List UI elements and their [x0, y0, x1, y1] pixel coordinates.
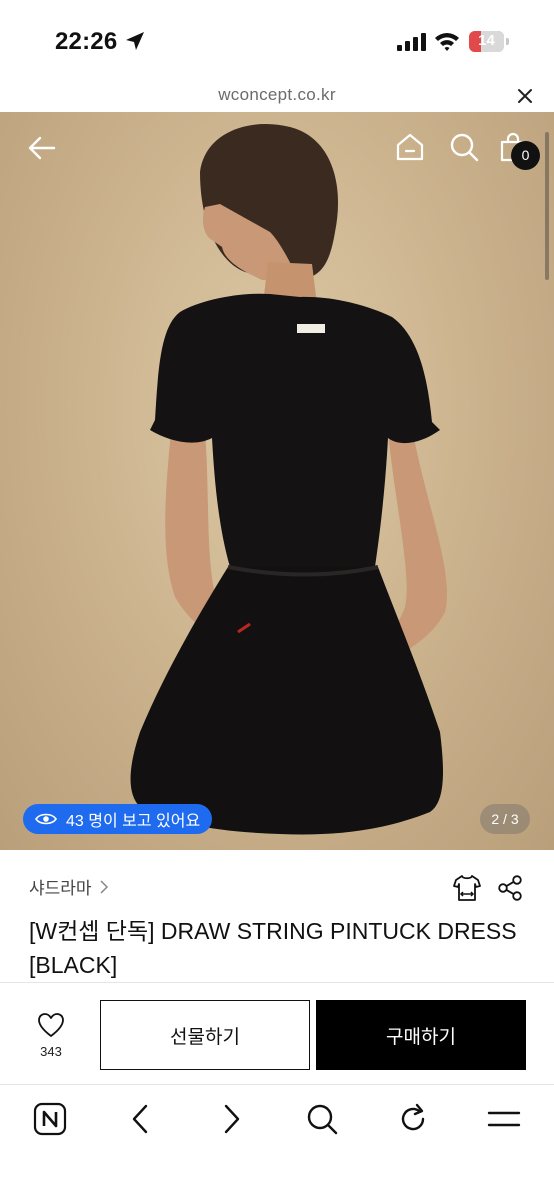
brand-name[interactable]: 샤드라마 [29, 874, 92, 899]
battery-cap [506, 38, 509, 45]
search-icon[interactable] [447, 130, 481, 164]
brand-link[interactable]: 샤드라마 [29, 874, 109, 899]
naver-n-icon[interactable] [33, 1102, 67, 1136]
viewers-text: 43 명이 보고 있어요 [66, 813, 201, 830]
browser-toolbar [0, 1085, 554, 1200]
product-title: [W컨셉 단독] DRAW STRING PINTUCK DRESS [BLAC… [29, 918, 517, 978]
share-icon[interactable] [496, 874, 524, 902]
home-icon[interactable] [393, 130, 427, 164]
viewers-badge: 43 명이 보고 있어요 [23, 804, 213, 834]
chevron-left-icon[interactable] [124, 1102, 158, 1136]
eye-icon [35, 813, 57, 825]
divider [0, 982, 554, 983]
cellular-signal-icon [397, 33, 426, 51]
wifi-icon [435, 33, 459, 51]
menu-icon[interactable] [487, 1102, 521, 1136]
arrow-left-icon[interactable] [26, 132, 58, 164]
like-count: 343 [40, 1044, 62, 1059]
reload-icon[interactable] [396, 1102, 430, 1136]
battery-indicator: 14 [469, 31, 509, 52]
product-image-carousel[interactable]: 0 43 명이 보고 있어요 2 / 3 [0, 112, 554, 850]
heart-icon[interactable] [37, 1012, 65, 1038]
scroll-indicator [545, 132, 549, 280]
gift-button[interactable]: 선물하기 [100, 1000, 310, 1070]
shirt-icon[interactable] [452, 873, 482, 903]
cart-count-badge[interactable]: 0 [511, 141, 540, 170]
chevron-right-icon[interactable] [214, 1102, 248, 1136]
url-text[interactable]: wconcept.co.kr [0, 85, 554, 105]
status-time: 22:26 [55, 28, 118, 55]
status-bar: 22:26 14 [0, 0, 554, 80]
battery-level-text: 14 [478, 32, 495, 49]
buy-button[interactable]: 구매하기 [316, 1000, 526, 1070]
like-button[interactable]: 343 [26, 1012, 76, 1062]
close-icon[interactable] [514, 85, 536, 107]
image-page-indicator: 2 / 3 [480, 804, 530, 834]
browser-url-bar[interactable]: wconcept.co.kr [0, 80, 554, 112]
product-photo [130, 124, 448, 835]
location-arrow-icon [126, 32, 144, 50]
chevron-right-icon [100, 879, 108, 894]
search-icon[interactable] [305, 1102, 339, 1136]
